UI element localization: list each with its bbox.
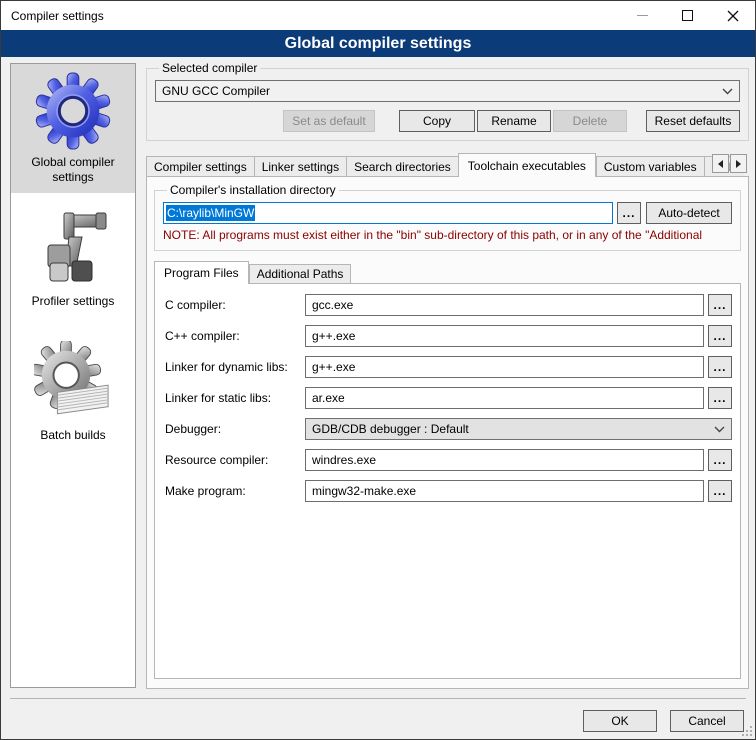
- resource-compiler-browse-button[interactable]: ...: [708, 449, 732, 471]
- field-row-cpp-compiler: C++ compiler: ...: [165, 325, 732, 347]
- tab-additional-paths[interactable]: Additional Paths: [249, 264, 352, 284]
- linker-static-browse-button[interactable]: ...: [708, 387, 732, 409]
- tab-compiler-settings[interactable]: Compiler settings: [146, 156, 254, 177]
- debugger-select[interactable]: GDB/CDB debugger : Default: [305, 418, 732, 440]
- installation-directory-browse-button[interactable]: ...: [617, 202, 641, 224]
- reset-defaults-button[interactable]: Reset defaults: [646, 110, 740, 132]
- tab-linker-settings[interactable]: Linker settings: [254, 156, 346, 177]
- c-compiler-input[interactable]: [305, 294, 704, 316]
- compiler-select-value: GNU GCC Compiler: [162, 84, 722, 98]
- ok-button[interactable]: OK: [583, 710, 657, 732]
- selected-compiler-group: Selected compiler GNU GCC Compiler Set a…: [146, 61, 749, 141]
- selected-compiler-group-title: Selected compiler: [159, 61, 260, 75]
- settings-tab-strip: Compiler settings Linker settings Search…: [146, 153, 749, 177]
- program-files-tab-strip: Program Files Additional Paths: [154, 261, 741, 284]
- tab-scroll-left-button[interactable]: [712, 154, 729, 173]
- gray-gear-stack-icon: [11, 333, 135, 426]
- linker-static-input[interactable]: [305, 387, 704, 409]
- program-files-panel: C compiler: ... C++ compiler: ... Linker…: [154, 283, 741, 679]
- chevron-down-icon: [714, 426, 725, 433]
- rename-button[interactable]: Rename: [477, 110, 551, 132]
- tab-search-directories[interactable]: Search directories: [346, 156, 458, 177]
- sidebar-item-global-compiler-settings[interactable]: Global compiler settings: [11, 64, 135, 193]
- cpp-compiler-input[interactable]: [305, 325, 704, 347]
- linker-static-label: Linker for static libs:: [165, 391, 305, 405]
- compiler-settings-dialog: { "window": { "title": "Compiler setting…: [0, 0, 756, 740]
- installation-directory-row: C:\raylib\MinGW ... Auto-detect: [163, 202, 732, 224]
- debugger-label: Debugger:: [165, 422, 305, 436]
- resize-grip[interactable]: [742, 726, 753, 737]
- tab-toolchain-executables[interactable]: Toolchain executables: [458, 153, 596, 177]
- cancel-button[interactable]: Cancel: [670, 710, 744, 732]
- resource-compiler-input[interactable]: [305, 449, 704, 471]
- window-title: Compiler settings: [1, 9, 620, 23]
- field-row-make-program: Make program: ...: [165, 480, 732, 502]
- footer-buttons: OK Cancel: [583, 710, 744, 732]
- make-program-label: Make program:: [165, 484, 305, 498]
- c-compiler-label: C compiler:: [165, 298, 305, 312]
- tab-program-files[interactable]: Program Files: [154, 261, 249, 284]
- footer-divider: [10, 698, 746, 699]
- linker-dynamic-browse-button[interactable]: ...: [708, 356, 732, 378]
- minimize-icon: [637, 15, 648, 16]
- field-row-linker-static: Linker for static libs: ...: [165, 387, 732, 409]
- bin-subdirectory-note: NOTE: All programs must exist either in …: [163, 228, 732, 242]
- dialog-header-title: Global compiler settings: [285, 35, 472, 53]
- close-icon: [727, 10, 739, 22]
- field-row-c-compiler: C compiler: ...: [165, 294, 732, 316]
- delete-button[interactable]: Delete: [553, 110, 627, 132]
- main-panel: Selected compiler GNU GCC Compiler Set a…: [146, 61, 749, 689]
- installation-directory-group: Compiler's installation directory C:\ray…: [154, 183, 741, 251]
- maximize-button[interactable]: [665, 1, 710, 30]
- minimize-button[interactable]: [620, 1, 665, 30]
- c-compiler-browse-button[interactable]: ...: [708, 294, 732, 316]
- linker-dynamic-input[interactable]: [305, 356, 704, 378]
- resource-compiler-label: Resource compiler:: [165, 453, 305, 467]
- tab-scroll-right-button[interactable]: [730, 154, 747, 173]
- debugger-select-value: GDB/CDB debugger : Default: [312, 422, 714, 436]
- set-as-default-button[interactable]: Set as default: [283, 110, 375, 132]
- installation-directory-selected-text: C:\raylib\MinGW: [166, 205, 255, 221]
- cpp-compiler-label: C++ compiler:: [165, 329, 305, 343]
- maximize-icon: [682, 10, 693, 21]
- compiler-buttons-row: Set as default Copy Rename Delete Reset …: [155, 110, 740, 132]
- arrow-left-icon: [718, 160, 723, 168]
- make-program-input[interactable]: [305, 480, 704, 502]
- sidebar-item-label: Global compiler settings: [11, 153, 135, 193]
- arrow-right-icon: [736, 160, 741, 168]
- sidebar-item-batch-builds[interactable]: Batch builds: [11, 333, 135, 451]
- field-row-debugger: Debugger: GDB/CDB debugger : Default: [165, 418, 732, 440]
- make-program-browse-button[interactable]: ...: [708, 480, 732, 502]
- blue-gear-icon: [11, 64, 135, 153]
- copy-button[interactable]: Copy: [399, 110, 475, 132]
- field-row-resource-compiler: Resource compiler: ...: [165, 449, 732, 471]
- field-row-linker-dynamic: Linker for dynamic libs: ...: [165, 356, 732, 378]
- cpp-compiler-browse-button[interactable]: ...: [708, 325, 732, 347]
- settings-category-list: Global compiler settings Profiler settin…: [10, 63, 136, 688]
- title-bar: Compiler settings: [1, 1, 755, 30]
- sidebar-item-profiler-settings[interactable]: Profiler settings: [11, 201, 135, 317]
- sidebar-item-label: Batch builds: [11, 426, 135, 451]
- auto-detect-button[interactable]: Auto-detect: [646, 202, 732, 224]
- close-button[interactable]: [710, 1, 755, 30]
- installation-directory-group-title: Compiler's installation directory: [167, 183, 339, 197]
- sidebar-item-label: Profiler settings: [11, 292, 135, 317]
- installation-directory-input[interactable]: C:\raylib\MinGW: [163, 202, 613, 224]
- tab-custom-variables[interactable]: Custom variables: [596, 156, 704, 177]
- dialog-header: Global compiler settings: [1, 30, 755, 57]
- linker-dynamic-label: Linker for dynamic libs:: [165, 360, 305, 374]
- caliper-icon: [11, 201, 135, 292]
- toolchain-executables-panel: Compiler's installation directory C:\ray…: [146, 176, 749, 689]
- chevron-down-icon: [722, 88, 733, 95]
- compiler-select[interactable]: GNU GCC Compiler: [155, 80, 740, 102]
- tab-scroll-arrows: [711, 154, 747, 173]
